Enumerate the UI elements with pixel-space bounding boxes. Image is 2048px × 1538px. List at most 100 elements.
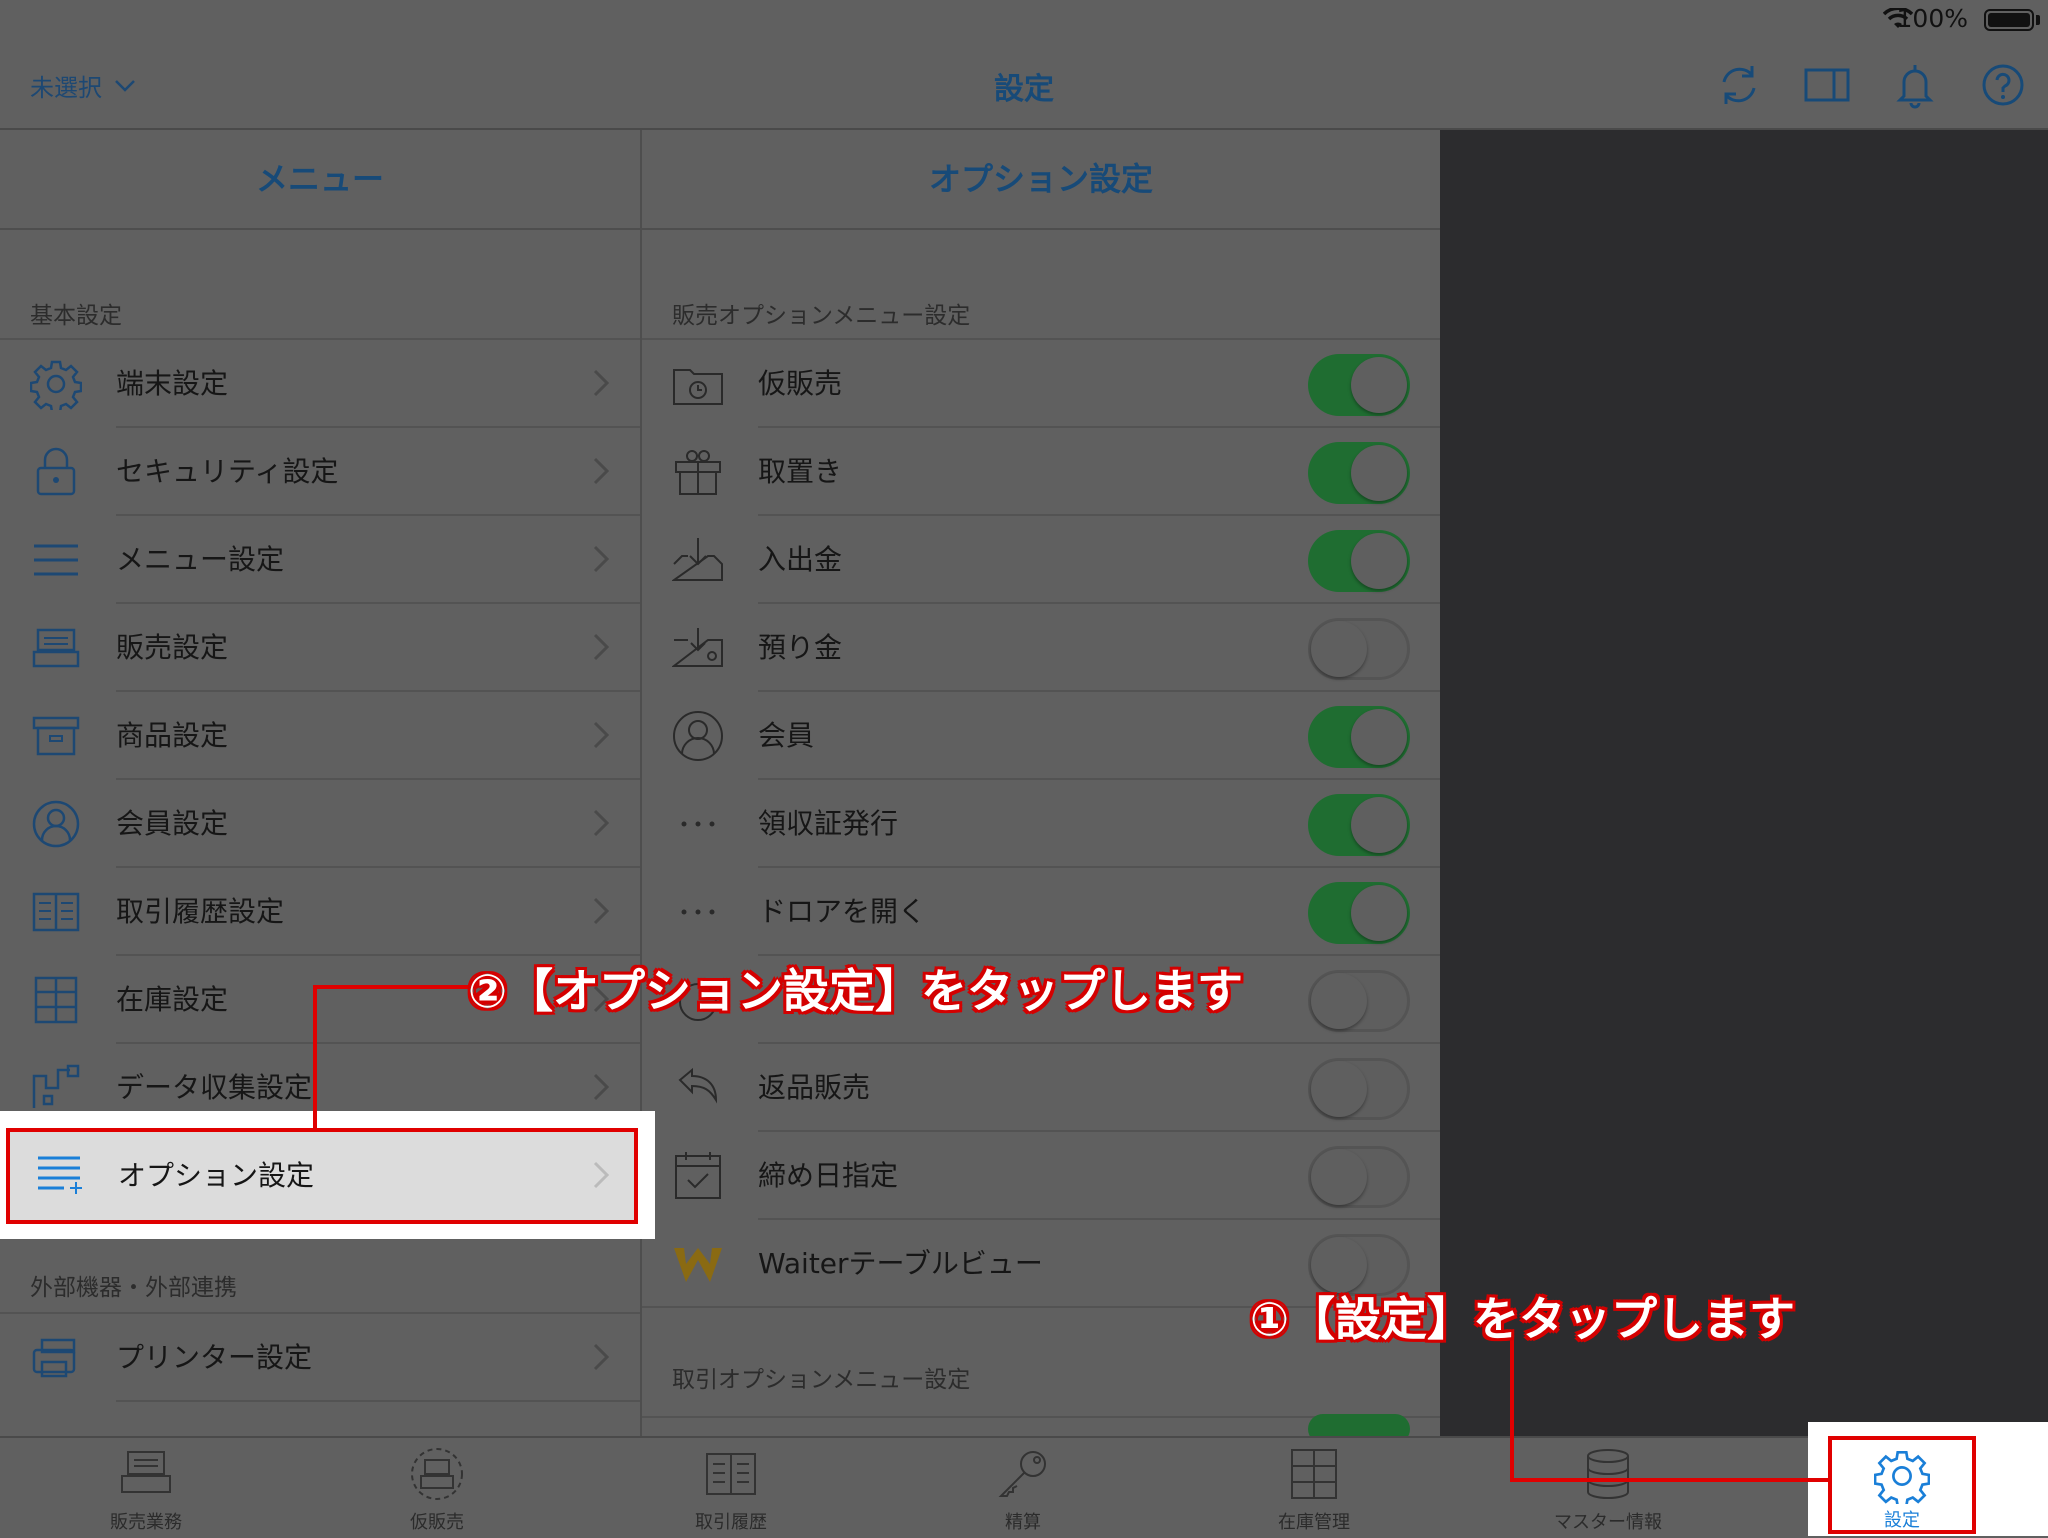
menu-column: メニュー 基本設定 端末設定 セキュリティ設定 メニュー設定 販売設定 商品設定… — [0, 130, 642, 1436]
menu-item-history[interactable]: 取引履歴設定 — [0, 868, 640, 956]
menu-item-option-settings[interactable]: オプション設定 — [6, 1128, 638, 1224]
chevron-right-icon — [593, 1343, 610, 1371]
section-transaction-options: 取引オプションメニュー設定 — [672, 1367, 971, 1393]
return-arrow-icon — [678, 1067, 718, 1104]
tab-sales[interactable]: 販売業務 — [46, 1438, 246, 1538]
option-row-deposit: 預り金 — [642, 604, 1440, 692]
annotation-step1: ①【設定】をタップします — [1250, 1292, 1795, 1346]
option-label: 締め日指定 — [758, 1159, 899, 1192]
battery-tip — [2036, 15, 2040, 25]
menu-header: メニュー — [0, 130, 640, 230]
detail-pane — [1440, 130, 2048, 1436]
chevron-right-icon — [593, 545, 610, 573]
toggle-receipt[interactable] — [1308, 794, 1410, 856]
option-label: 取置き — [758, 455, 843, 488]
toggle-return-sale[interactable] — [1308, 1058, 1410, 1120]
option-row-return-sale: 返品販売 — [642, 1044, 1440, 1132]
chevron-right-icon — [593, 369, 610, 397]
menu-item-label: 取引履歴設定 — [116, 895, 285, 928]
toggle-open-drawer[interactable] — [1308, 882, 1410, 944]
toggle-hidden-option[interactable] — [1308, 970, 1410, 1032]
menu-item-label: 在庫設定 — [116, 983, 229, 1016]
gear-icon — [30, 360, 82, 410]
help-icon[interactable] — [1978, 60, 2028, 110]
chevron-right-icon — [593, 633, 610, 661]
tab-label: 取引履歴 — [695, 1512, 767, 1533]
toggle-closing-date[interactable] — [1308, 1146, 1410, 1208]
list-plus-icon — [38, 1156, 82, 1194]
menu-item-product[interactable]: 商品設定 — [0, 692, 640, 780]
section-external: 外部機器・外部連携 — [30, 1275, 237, 1301]
tab-label: 設定 — [1884, 1510, 1920, 1531]
status-bar: 100% — [0, 0, 2048, 40]
box-icon — [32, 716, 80, 756]
menu-item-label: 端末設定 — [116, 367, 229, 400]
section-basic-settings: 基本設定 — [30, 303, 122, 329]
sync-icon[interactable] — [1714, 60, 1764, 110]
option-row-cash-in-out: 入出金 — [642, 516, 1440, 604]
option-row-temp-sale: 仮販売 — [642, 340, 1440, 428]
tab-label: マスター情報 — [1554, 1512, 1662, 1533]
option-label: 会員 — [758, 719, 815, 752]
option-label: Waiterテーブルビュー — [758, 1247, 1043, 1280]
book-icon — [32, 892, 80, 932]
data-icon — [32, 1064, 80, 1108]
key-icon — [998, 1451, 1046, 1497]
annotation-step2: ②【オプション設定】をタップします — [468, 964, 1243, 1018]
navigation-bar: 未選択 設定 — [0, 40, 2048, 130]
tab-temp-sale[interactable]: 仮販売 — [337, 1438, 537, 1538]
menu-item-label: 商品設定 — [116, 719, 229, 752]
option-label: 仮販売 — [758, 367, 843, 400]
option-label: 返品販売 — [758, 1071, 871, 1104]
list-icon — [34, 544, 78, 576]
more-dots-icon — [681, 821, 715, 827]
toggle-deposit[interactable] — [1308, 618, 1410, 680]
tab-label: 在庫管理 — [1278, 1512, 1350, 1533]
battery-percent: 100% — [1896, 4, 1968, 33]
annotation-line — [313, 985, 317, 1128]
toggle-cash-in-out[interactable] — [1308, 530, 1410, 592]
gift-icon — [675, 450, 721, 495]
tab-master[interactable]: マスター情報 — [1508, 1438, 1708, 1538]
gear-icon — [1874, 1450, 1930, 1504]
toggle-transaction-partial[interactable] — [1308, 1414, 1410, 1436]
option-row-closing-date: 締め日指定 — [642, 1132, 1440, 1220]
tab-settlement[interactable]: 精算 — [923, 1438, 1123, 1538]
tab-settings[interactable]: 設定 — [1828, 1436, 1976, 1534]
tab-inventory[interactable]: 在庫管理 — [1214, 1438, 1414, 1538]
option-row-member: 会員 — [642, 692, 1440, 780]
split-view-icon[interactable] — [1802, 60, 1852, 110]
tab-label: 精算 — [1005, 1512, 1041, 1533]
menu-item-label: 会員設定 — [116, 807, 229, 840]
options-header: オプション設定 — [642, 130, 1440, 230]
menu-item-security[interactable]: セキュリティ設定 — [0, 428, 640, 516]
menu-item-label: オプション設定 — [118, 1159, 315, 1192]
tab-history[interactable]: 取引履歴 — [631, 1438, 831, 1538]
section-sales-options: 販売オプションメニュー設定 — [672, 303, 971, 329]
chevron-right-icon — [593, 1073, 610, 1101]
temp-sale-icon — [411, 1448, 463, 1500]
shelves-icon — [1291, 1449, 1337, 1499]
book-icon — [706, 1453, 756, 1495]
menu-item-member[interactable]: 会員設定 — [0, 780, 640, 868]
menu-item-printer[interactable]: プリンター設定 — [0, 1314, 640, 1402]
person-icon — [673, 711, 723, 761]
bell-icon[interactable] — [1890, 60, 1940, 110]
menu-item-sales[interactable]: 販売設定 — [0, 604, 640, 692]
register-icon — [121, 1451, 171, 1493]
option-row-open-drawer: ドロアを開く — [642, 868, 1440, 956]
chevron-right-icon — [593, 721, 610, 749]
toggle-reserve[interactable] — [1308, 442, 1410, 504]
chevron-right-icon — [593, 809, 610, 837]
menu-item-label: メニュー設定 — [116, 543, 285, 576]
menu-item-label: 販売設定 — [116, 631, 229, 664]
tab-label: 仮販売 — [410, 1512, 464, 1533]
toggle-temp-sale[interactable] — [1308, 354, 1410, 416]
annotation-line — [1510, 1340, 1514, 1482]
chevron-right-icon — [593, 1161, 610, 1189]
menu-item-terminal[interactable]: 端末設定 — [0, 340, 640, 428]
person-icon — [32, 800, 80, 848]
toggle-member[interactable] — [1308, 706, 1410, 768]
menu-item-menu[interactable]: メニュー設定 — [0, 516, 640, 604]
calendar-check-icon — [675, 1152, 721, 1199]
